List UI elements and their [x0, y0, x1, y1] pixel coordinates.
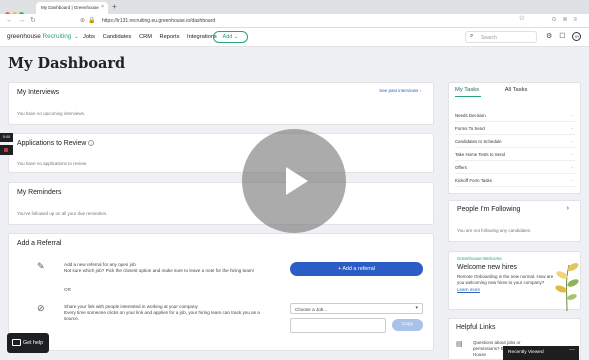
- avatar[interactable]: IR: [572, 32, 582, 41]
- applications-empty-text: You have no applications to review.: [17, 161, 88, 166]
- welcome-tag: Greenhouse Welcome: [457, 256, 502, 261]
- info-icon[interactable]: i: [88, 140, 95, 147]
- search-icon: ⌕: [470, 33, 474, 39]
- helpful-title: Helpful Links: [456, 324, 496, 331]
- chevron-down-icon: ⌄: [74, 34, 79, 40]
- task-row[interactable]: Needs Decision -: [455, 109, 575, 122]
- referral-link-field[interactable]: [290, 318, 386, 333]
- lock-icon: ⊕🔒: [80, 18, 99, 24]
- chat-icon: [12, 339, 21, 346]
- leaf-illustration-icon: [555, 263, 579, 311]
- job-select[interactable]: Choose a Job... ▾: [290, 303, 423, 314]
- edit-icon: ✎: [37, 261, 45, 271]
- applications-title: Applications to Review i: [17, 140, 95, 147]
- add-button[interactable]: Add ⌄: [213, 31, 248, 43]
- referral-card: Add a Referral: [8, 233, 434, 351]
- reminders-title: My Reminders: [17, 189, 62, 196]
- nav-jobs[interactable]: Jobs: [83, 34, 95, 40]
- task-row[interactable]: Candidates to Schedule -: [455, 135, 575, 148]
- tasks-card: My Tasks All Tasks Needs Decision - Forms…: [448, 82, 581, 194]
- following-card: People I'm Following › You are not follo…: [448, 200, 581, 242]
- tab-all-tasks[interactable]: All Tasks: [505, 87, 528, 93]
- recording-stop-button[interactable]: [0, 145, 13, 155]
- tab-my-tasks[interactable]: My Tasks: [455, 87, 482, 97]
- play-icon: [286, 167, 308, 195]
- recording-timer: 0:00: [0, 133, 13, 142]
- browser-tab-title: My Dashboard | Greenhouse: [41, 5, 99, 10]
- settings-icon[interactable]: ⚙: [546, 33, 552, 40]
- task-tabs: My Tasks All Tasks: [455, 87, 527, 97]
- referral-title: Add a Referral: [17, 240, 62, 247]
- recently-viewed-bar[interactable]: Recently Viewed —: [503, 346, 579, 360]
- chevron-down-icon: ▾: [415, 305, 418, 311]
- minimize-icon[interactable]: —: [569, 347, 575, 353]
- add-referral-button[interactable]: + Add a referral: [290, 262, 423, 276]
- app-header: greenhouse Recruiting ⌄ Jobs Candidates C…: [0, 28, 589, 47]
- nav-crm[interactable]: CRM: [139, 34, 152, 40]
- reminders-card: My Reminders You've followed up on all y…: [8, 182, 434, 225]
- document-icon: ▤: [456, 341, 463, 348]
- referral-share-text: Share your link with people interested i…: [64, 304, 260, 321]
- url-field[interactable]: ⊕🔒 https://ir131.recruiting.eu.greenhous…: [76, 16, 531, 26]
- browser-tab-strip: My Dashboard | Greenhouse × +: [0, 0, 589, 17]
- referral-new-text: Add a new referral for any open job Not …: [64, 262, 254, 273]
- task-row[interactable]: Forms To Send -: [455, 122, 575, 135]
- search-input[interactable]: ⌕ Search: [465, 31, 537, 43]
- interviews-empty-text: You have no upcoming interviews.: [17, 111, 86, 116]
- search-placeholder: Search: [481, 35, 497, 41]
- nav-candidates[interactable]: Candidates: [103, 34, 132, 40]
- bookmark-star-icon[interactable]: ☆: [519, 14, 525, 22]
- video-play-button[interactable]: [242, 129, 346, 233]
- following-empty-text: You are not following any candidates.: [457, 228, 532, 233]
- stop-icon: [4, 148, 8, 152]
- url-text: https://ir131.recruiting.eu.greenhouse.i…: [102, 18, 216, 24]
- page-title: My Dashboard: [8, 55, 126, 72]
- browser-extension-icons[interactable]: ⊙⊚≡: [551, 16, 583, 23]
- reminders-empty-text: You've followed up on all your due remin…: [17, 211, 108, 216]
- interviews-title: My Interviews: [17, 89, 60, 96]
- welcome-title: Welcome new hires: [457, 264, 517, 271]
- ban-icon: ⊘: [37, 303, 45, 313]
- applications-card: Applications to Review i You have no appl…: [8, 133, 434, 173]
- past-interviews-link[interactable]: See past interviews ›: [379, 88, 421, 93]
- following-title: People I'm Following: [457, 206, 521, 213]
- get-help-button[interactable]: Get help: [7, 333, 49, 353]
- or-divider: OR: [64, 287, 71, 292]
- nav-reports[interactable]: Reports: [160, 34, 180, 40]
- browser-nav-icons[interactable]: ←→↻: [6, 16, 41, 24]
- header-icons: ⚙ ☐ IR: [546, 32, 586, 41]
- main-nav: Jobs Candidates CRM Reports Integrations: [83, 34, 223, 40]
- chevron-right-icon[interactable]: ›: [567, 205, 569, 212]
- greenhouse-logo[interactable]: greenhouse Recruiting ⌄: [7, 33, 79, 40]
- task-row[interactable]: Kickoff Form Tasks -: [455, 174, 575, 187]
- browser-tab[interactable]: My Dashboard | Greenhouse ×: [36, 2, 108, 14]
- new-tab-button[interactable]: +: [112, 2, 117, 11]
- notifications-icon[interactable]: ☐: [559, 33, 565, 40]
- copy-button[interactable]: Copy: [392, 319, 423, 331]
- tab-close-icon[interactable]: ×: [101, 4, 104, 10]
- address-bar-row: ←→↻ ⊕🔒 https://ir131.recruiting.eu.green…: [0, 14, 589, 28]
- welcome-body: Remote Onboarding is the new normal. How…: [457, 274, 554, 285]
- interviews-card: My Interviews See past interviews › You …: [8, 82, 434, 125]
- task-row[interactable]: Offers -: [455, 161, 575, 174]
- task-row[interactable]: Take Home Tests to Send -: [455, 148, 575, 161]
- learn-more-link[interactable]: Learn more: [457, 287, 480, 292]
